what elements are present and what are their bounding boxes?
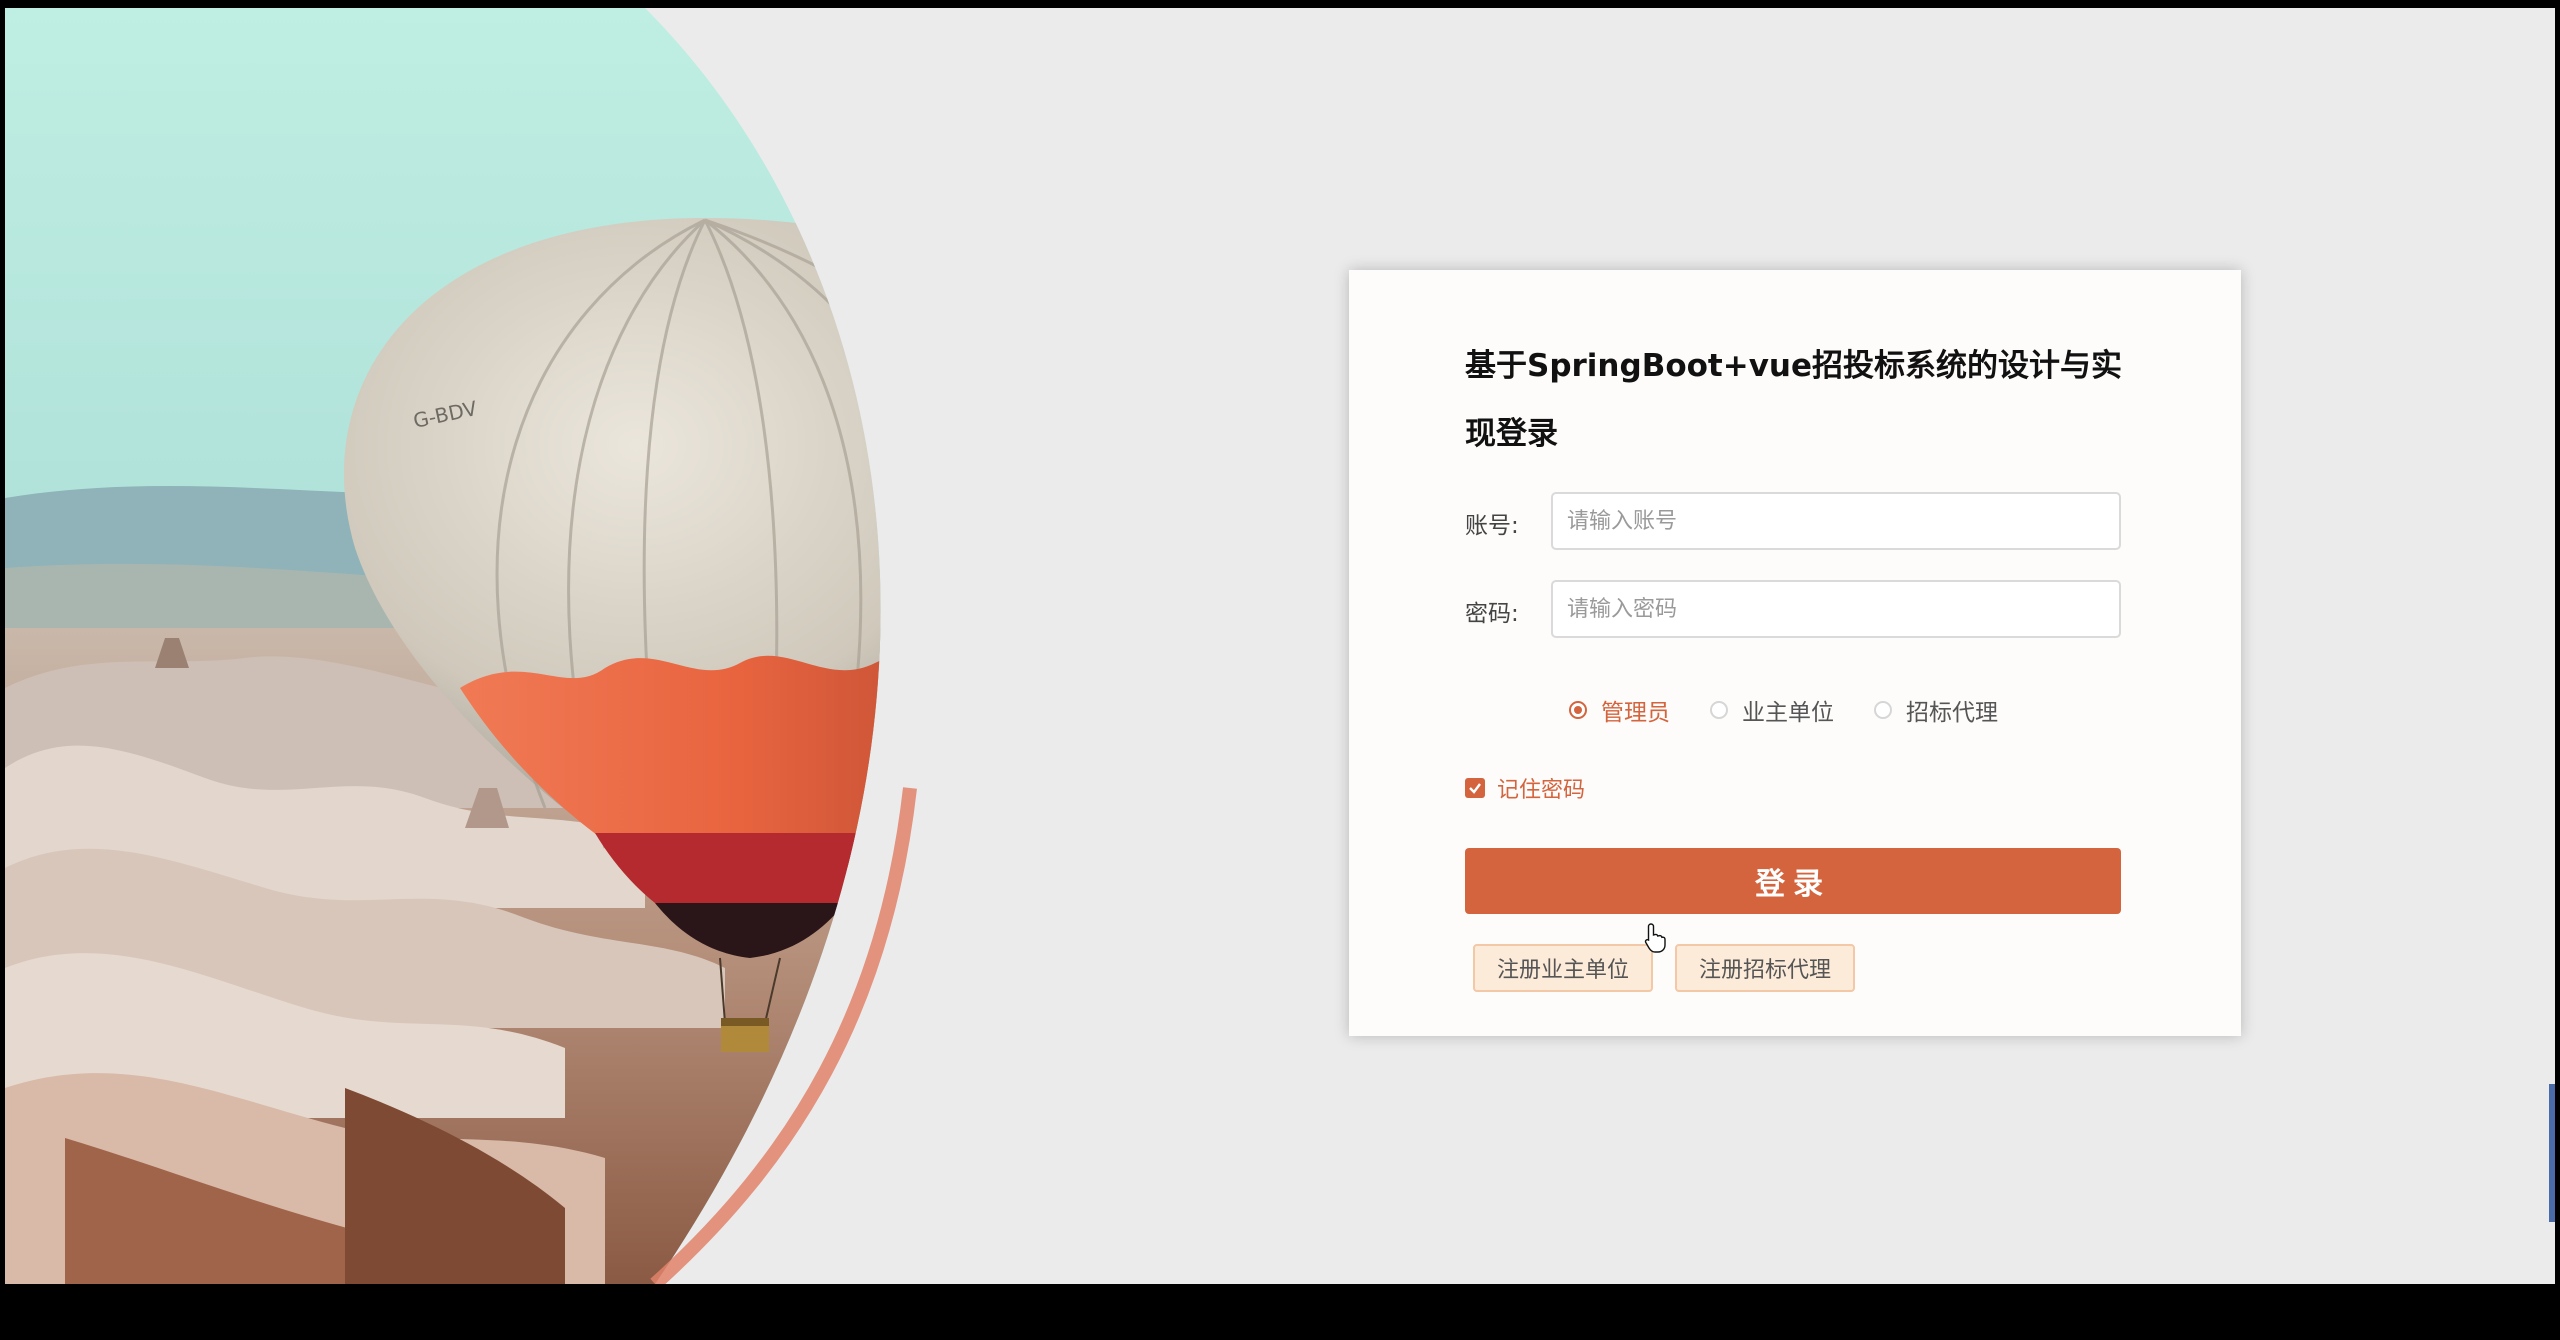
role-radio-admin[interactable]: 管理员 [1569,693,1670,727]
check-icon [1465,778,1485,798]
radio-checked-icon [1569,701,1587,719]
hero-illustration: G-BDV [5,8,917,1284]
account-input[interactable] [1551,492,2121,550]
password-label: 密码: [1465,601,1519,627]
radio-unchecked-icon [1710,701,1728,719]
login-title: 基于SpringBoot+vue招投标系统的设计与实现登录 [1465,348,2123,452]
login-page: G-BDV 基于SpringBoot+vue招投标系统的设计与实现登录 账号: … [5,8,2555,1284]
role-radio-group: 管理员 业主单位 招标代理 [1569,690,2038,730]
role-radio-agent[interactable]: 招标代理 [1874,693,1998,727]
role-radio-label: 管理员 [1601,700,1670,726]
login-card: 基于SpringBoot+vue招投标系统的设计与实现登录 账号: 密码: 管理… [1349,270,2241,1036]
role-radio-label: 招标代理 [1906,700,1998,726]
role-radio-owner[interactable]: 业主单位 [1710,693,1834,727]
account-label: 账号: [1465,513,1519,539]
hero-balloon-image: G-BDV [5,8,1155,1284]
screen: G-BDV 基于SpringBoot+vue招投标系统的设计与实现登录 账号: … [0,0,2560,1340]
login-button[interactable]: 登录 [1465,848,2121,914]
remember-password-label: 记住密码 [1497,778,1586,803]
remember-password-checkbox[interactable]: 记住密码 [1465,772,1585,804]
role-radio-label: 业主单位 [1742,700,1834,726]
register-agent-button[interactable]: 注册招标代理 [1675,944,1856,992]
password-input[interactable] [1551,580,2121,638]
radio-unchecked-icon [1874,701,1892,719]
scrollbar-indicator[interactable] [2549,1084,2555,1222]
hand-cursor-icon [1644,923,1666,953]
register-owner-button[interactable]: 注册业主单位 [1473,944,1654,992]
